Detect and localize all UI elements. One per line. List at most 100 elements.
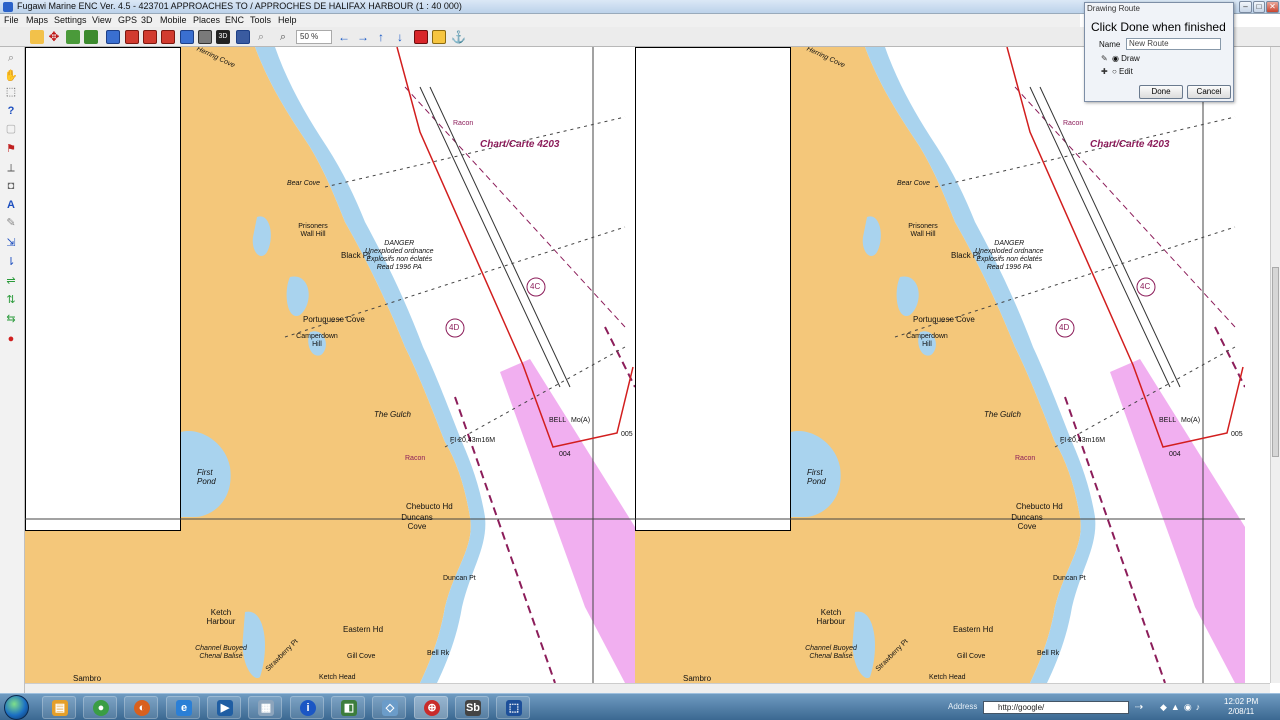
menu-tools[interactable]: Tools: [250, 15, 271, 25]
place-bell-rk: Bell Rk: [1037, 650, 1060, 657]
menu-maps[interactable]: Maps: [26, 15, 48, 25]
taskbar-sb[interactable]: Sb: [455, 696, 489, 719]
route-name-input[interactable]: New Route: [1126, 38, 1221, 50]
taskbar-fugawi[interactable]: ⊕: [414, 696, 448, 719]
waypoint-005-label: 005: [1231, 431, 1243, 438]
menu-gps[interactable]: GPS: [118, 15, 137, 25]
anchor-icon[interactable]: ⚓: [451, 30, 466, 44]
taskbar-ie[interactable]: e: [166, 696, 200, 719]
pan-left-icon[interactable]: ←: [337, 30, 351, 44]
erase-icon[interactable]: ▢: [4, 123, 18, 136]
route-edit-icon[interactable]: ⚑: [4, 143, 18, 156]
taskbar-explorer[interactable]: ▤: [42, 696, 76, 719]
place-the-gulch: The Gulch: [984, 410, 1021, 419]
menu-view[interactable]: View: [92, 15, 111, 25]
menu-enc[interactable]: ENC: [225, 15, 244, 25]
taskbar-info[interactable]: i: [290, 696, 324, 719]
minimize-button[interactable]: –: [1239, 1, 1252, 13]
move-icon[interactable]: ✥: [47, 30, 61, 44]
menu-help[interactable]: Help: [278, 15, 297, 25]
track-list-icon[interactable]: [161, 30, 175, 44]
layers-icon[interactable]: [180, 30, 194, 44]
search-icon[interactable]: ⌕: [4, 52, 18, 65]
vertical-scrollbar[interactable]: [1270, 47, 1280, 683]
pan-down-icon[interactable]: ↓: [393, 30, 407, 44]
route-list-icon[interactable]: [143, 30, 157, 44]
folder-icon: ▤: [52, 700, 68, 716]
start-button[interactable]: [4, 695, 29, 720]
pan-up-icon[interactable]: ↑: [374, 30, 388, 44]
area-tool-icon[interactable]: ⇆: [4, 313, 18, 326]
mob-icon[interactable]: [414, 30, 428, 44]
done-button[interactable]: Done: [1139, 85, 1183, 99]
waypoint-list-icon[interactable]: [125, 30, 139, 44]
hand-pan-icon[interactable]: ✋: [4, 70, 18, 83]
place-duncan-pt: Duncan Pt: [1053, 575, 1086, 582]
gps-icon[interactable]: [236, 30, 250, 44]
place-bear-cove: Bear Cove: [287, 180, 321, 187]
vertical-scroll-thumb[interactable]: [1272, 267, 1279, 457]
close-button[interactable]: ✕: [1266, 1, 1279, 13]
taskbar-app-green[interactable]: ◧: [331, 696, 365, 719]
chart-pane-left[interactable]: Chart/Carte 4203 4C 4D DANGER Unexploded…: [25, 47, 635, 683]
menu-3d[interactable]: 3D: [141, 15, 153, 25]
maximize-button[interactable]: □: [1253, 1, 1265, 13]
taskbar-calculator[interactable]: ▦: [248, 696, 282, 719]
pan-right-icon[interactable]: →: [356, 30, 370, 44]
measure-icon[interactable]: ⟂: [4, 162, 18, 175]
help-icon[interactable]: ?: [4, 105, 18, 118]
zoom-select[interactable]: 50 %: [296, 30, 332, 44]
menu-file[interactable]: File: [4, 15, 19, 25]
mark-icon[interactable]: [432, 30, 446, 44]
place-channel-buoyed: Channel Buoyed Chenal Balisé: [195, 645, 247, 660]
chart-catalog-icon[interactable]: [198, 30, 212, 44]
menu-mobile[interactable]: Mobile: [160, 15, 187, 25]
bell-label: BELL: [1159, 417, 1177, 424]
edit-option-label: Edit: [1119, 67, 1133, 76]
light-label: FI 20,43m16M: [1060, 437, 1106, 444]
danger-note-line: Explosifs non éclatés: [366, 256, 433, 263]
zoom-in-icon[interactable]: ⌕: [254, 30, 268, 44]
line-tool-icon[interactable]: ⇅: [4, 294, 18, 307]
menu-places[interactable]: Places: [193, 15, 220, 25]
cancel-button[interactable]: Cancel: [1187, 85, 1231, 99]
taskbar-firefox[interactable]: ◐: [124, 696, 158, 719]
anchorage-4d-label: 4D: [1059, 323, 1070, 332]
route-tool-icon[interactable]: [66, 30, 80, 44]
route-tool-side-icon[interactable]: ⇂: [4, 256, 18, 269]
info-icon: i: [300, 700, 316, 716]
waypoint-005-label: 005: [621, 431, 633, 438]
draw-option[interactable]: ✎ ◉ Draw: [1101, 54, 1140, 63]
edit-option[interactable]: ✚ ○ Edit: [1101, 67, 1133, 76]
go-icon[interactable]: ⇢: [1132, 701, 1146, 714]
open-folder-icon[interactable]: [30, 30, 44, 44]
address-input[interactable]: http://google/: [983, 701, 1129, 714]
horizontal-scrollbar[interactable]: [25, 683, 1270, 693]
edit-radio[interactable]: ○: [1112, 67, 1117, 76]
chart-area[interactable]: Chart/Carte 4203 4C 4D DANGER Unexploded…: [25, 47, 1270, 683]
pencil-icon[interactable]: ✎: [4, 217, 18, 230]
camera-icon[interactable]: ◘: [4, 180, 18, 193]
track-tool-side-icon[interactable]: ⇌: [4, 275, 18, 288]
event-marker-icon[interactable]: ●: [4, 333, 18, 346]
taskbar-chrome[interactable]: ●: [83, 696, 117, 719]
place-first-pond: First Pond: [807, 468, 826, 486]
chart-pane-right[interactable]: Chart/Carte 4203 4C 4D DANGER Unexploded…: [635, 47, 1245, 683]
menu-settings[interactable]: Settings: [54, 15, 87, 25]
select-area-icon[interactable]: ⬚: [4, 86, 18, 99]
zoom-icon[interactable]: ⌕: [276, 30, 290, 44]
taskbar-media[interactable]: ▶: [207, 696, 241, 719]
taskbar-app-dark[interactable]: ⬚: [496, 696, 530, 719]
map-window-icon[interactable]: [106, 30, 120, 44]
place-chebucto-hd: Chebucto Hd: [1016, 502, 1063, 511]
track-tool-icon[interactable]: [84, 30, 98, 44]
place-eastern-hd: Eastern Hd: [953, 625, 994, 634]
taskbar-app-blue[interactable]: ◇: [372, 696, 406, 719]
place-ketch-harbour: Ketch Harbour: [206, 608, 236, 626]
draw-radio[interactable]: ◉: [1112, 54, 1119, 63]
waypoint-tool-icon[interactable]: ⇲: [4, 237, 18, 250]
3d-view-icon[interactable]: 3D: [216, 30, 230, 44]
text-tool-icon[interactable]: A: [4, 199, 18, 212]
left-tool-strip: ⌕ ✋ ⬚ ? ▢ ⚑ ⟂ ◘ A ✎ ⇲ ⇂ ⇌ ⇅ ⇆ ●: [0, 47, 25, 693]
dialog-instruction: Click Done when finished: [1091, 20, 1226, 34]
